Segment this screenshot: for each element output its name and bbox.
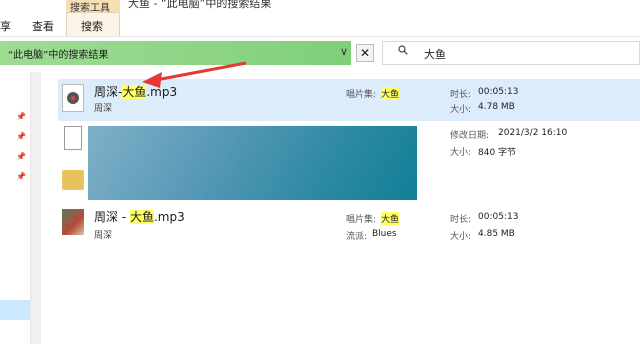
navigation-pane-scrollbar[interactable]: [30, 72, 41, 344]
album-art-thumbnail: [62, 209, 84, 235]
size-value: 840 字节: [478, 148, 517, 158]
result-filename[interactable]: 周深 - 大鱼.mp3: [94, 208, 185, 225]
nav-item-selected[interactable]: [0, 300, 30, 320]
search-icon: [398, 45, 408, 55]
document-file-icon: [64, 126, 82, 150]
pin-icon: 📌: [16, 172, 26, 181]
duration-label: 时长:: [450, 90, 472, 100]
search-value: 大鱼: [424, 48, 446, 61]
size-value: 4.78 MB: [478, 102, 515, 112]
genre-label: 流派:: [346, 232, 368, 242]
folder-icon: [62, 170, 84, 190]
address-dropdown-icon[interactable]: ∨: [340, 45, 348, 58]
size-label: 大小:: [450, 232, 472, 242]
pin-icon: 📌: [16, 132, 26, 141]
music-file-icon: [62, 84, 84, 112]
album-label: 唱片集:: [346, 215, 377, 225]
result-artist: 周深: [94, 104, 113, 114]
stop-search-button[interactable]: ✕: [356, 44, 374, 62]
search-input[interactable]: [382, 41, 640, 65]
result-artist: 周深: [94, 231, 113, 241]
album-value: 大鱼: [381, 212, 400, 225]
size-label: 大小:: [450, 148, 472, 158]
address-text: “此电脑”中的搜索结果: [8, 50, 109, 61]
modified-date-label: 修改日期:: [450, 131, 490, 141]
size-label: 大小:: [450, 105, 472, 115]
modified-date-value: 2021/3/2 16:10: [498, 128, 568, 138]
album-label: 唱片集:: [346, 90, 377, 100]
duration-value: 00:05:13: [478, 87, 519, 97]
tab-view[interactable]: 查看: [32, 18, 54, 34]
redacted-overlay: [88, 126, 417, 200]
album-value: 大鱼: [381, 87, 400, 100]
window-title: 大鱼 - “此电脑”中的搜索结果: [128, 0, 272, 10]
tab-share[interactable]: 享: [0, 18, 11, 34]
tab-search[interactable]: 搜索: [81, 18, 103, 34]
genre-value: Blues: [372, 229, 397, 239]
search-highlight: 大鱼: [129, 210, 154, 224]
search-highlight: 大鱼: [122, 85, 147, 99]
size-value: 4.85 MB: [478, 229, 515, 239]
duration-label: 时长:: [450, 215, 472, 225]
address-bar[interactable]: “此电脑”中的搜索结果: [0, 41, 351, 65]
result-filename[interactable]: 周深-大鱼.mp3: [94, 83, 177, 100]
pin-icon: 📌: [16, 112, 26, 121]
duration-value: 00:05:13: [478, 212, 519, 222]
pin-icon: 📌: [16, 152, 26, 161]
